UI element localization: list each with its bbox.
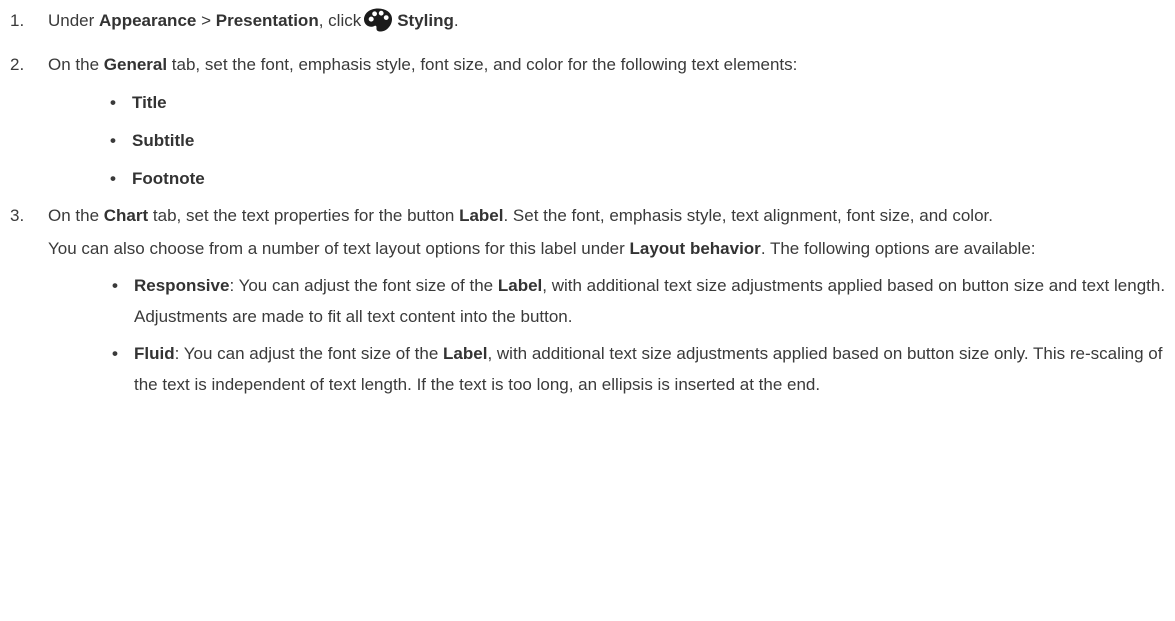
step-3: 3. On the Chart tab, set the text proper… — [0, 200, 1175, 400]
step-text: On the Chart tab, set the text propertie… — [48, 200, 1168, 400]
layout-options-list: • Responsive: You can adjust the font si… — [112, 270, 1168, 400]
step-number: 1. — [10, 11, 25, 30]
ui-term-styling: Styling — [397, 11, 454, 30]
ui-term-general: General — [103, 55, 168, 74]
step-number: 2. — [10, 55, 25, 74]
step-1: 1. Under Appearance > Presentation, clic… — [0, 5, 1175, 43]
step-text: On the General tab, set the font, emphas… — [48, 49, 1168, 194]
step-number: 3. — [10, 206, 25, 225]
ui-term-appearance: Appearance — [99, 11, 197, 30]
ui-term-chart: Chart — [103, 206, 149, 225]
option-responsive: Responsive — [134, 276, 230, 295]
list-item: • Footnote — [110, 169, 205, 188]
layout-paragraph: You can also choose from a number of tex… — [48, 239, 1036, 258]
text-elements-list: • Title • Subtitle • Footnote — [110, 87, 1168, 194]
list-item: • Responsive: You can adjust the font si… — [112, 276, 1166, 326]
instructions-document: 1. Under Appearance > Presentation, clic… — [0, 0, 1175, 400]
list-item: • Fluid: You can adjust the font size of… — [112, 344, 1163, 394]
option-fluid: Fluid — [134, 344, 175, 363]
ui-term-presentation: Presentation — [215, 11, 319, 30]
step-text: Under Appearance > Presentation, click St… — [48, 5, 1168, 43]
palette-icon — [363, 7, 393, 43]
list-item: • Title — [110, 93, 167, 112]
ui-term-layout-behavior: Layout behavior — [629, 239, 761, 258]
step-2: 2. On the General tab, set the font, emp… — [0, 49, 1175, 194]
ui-term-label: Label — [459, 206, 504, 225]
list-item: • Subtitle — [110, 131, 195, 150]
